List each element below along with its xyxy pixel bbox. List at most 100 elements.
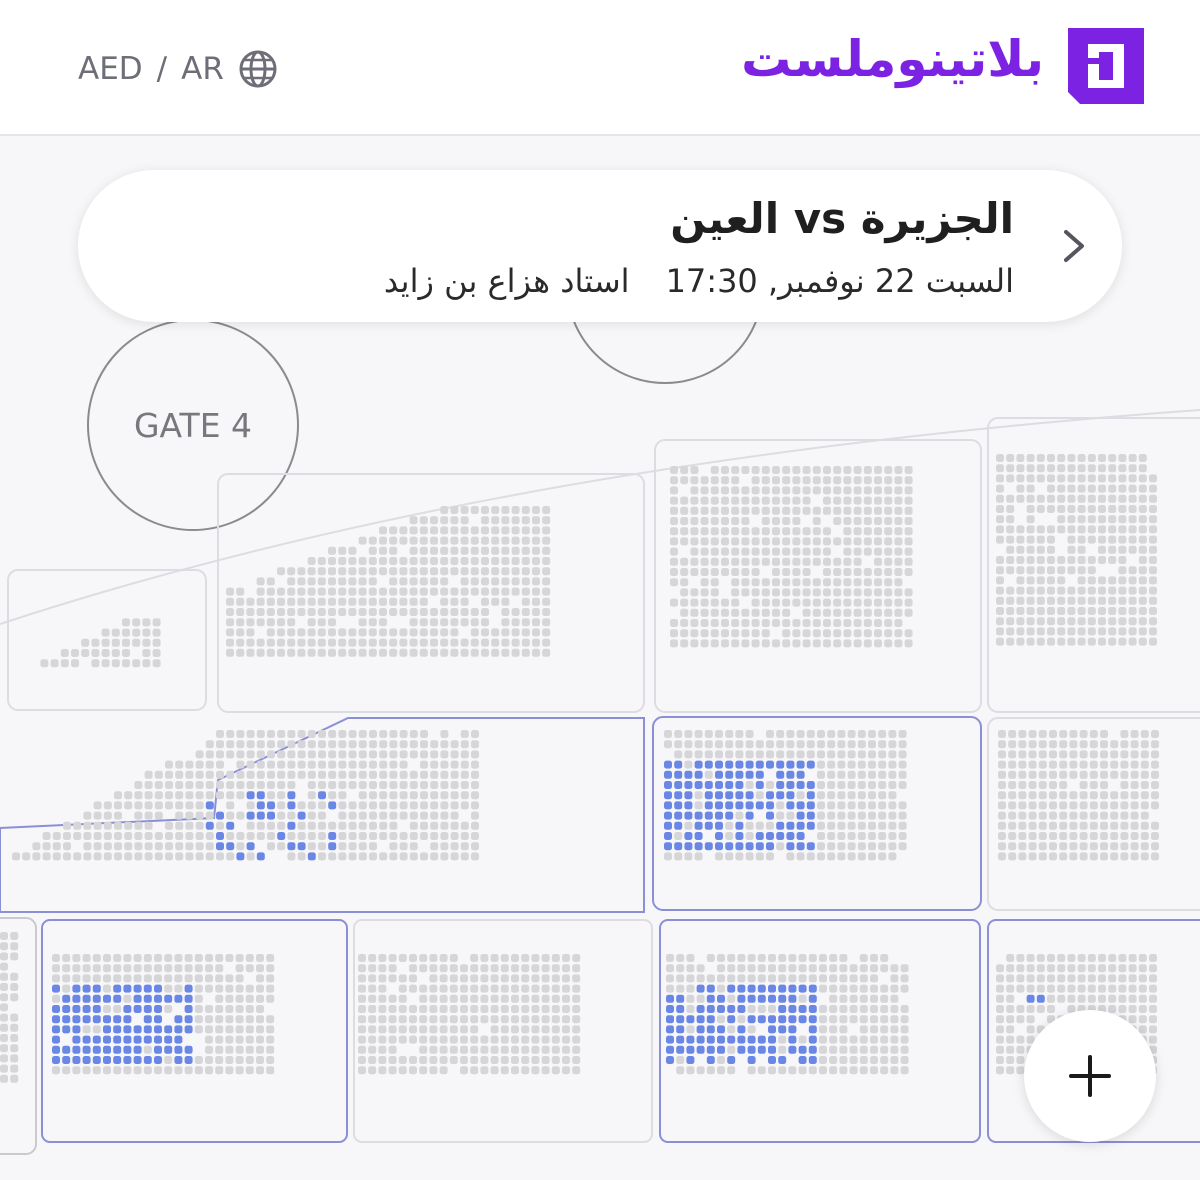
seat-available[interactable] [735, 791, 744, 800]
seat-available[interactable] [778, 1025, 787, 1034]
seat-available[interactable] [706, 1025, 715, 1034]
seat-available[interactable] [755, 832, 764, 840]
seat-available[interactable] [103, 1025, 111, 1034]
seat-available[interactable] [717, 1045, 725, 1054]
seat-available[interactable] [725, 811, 734, 820]
seat-available[interactable] [778, 984, 787, 993]
seat-available[interactable] [154, 1015, 162, 1024]
seat-available[interactable] [143, 1005, 152, 1013]
seat-available[interactable] [82, 994, 91, 1003]
seat-available[interactable] [674, 791, 683, 800]
section-top-2[interactable] [217, 473, 645, 713]
seat-available[interactable] [798, 1056, 807, 1064]
seat-available[interactable] [737, 984, 746, 993]
seat-available[interactable] [747, 994, 756, 1003]
seat-available[interactable] [727, 984, 736, 993]
seat-available[interactable] [62, 1045, 71, 1054]
seat-available[interactable] [684, 781, 693, 789]
seat-available[interactable] [806, 811, 815, 820]
seat-available[interactable] [174, 1045, 183, 1054]
seat-available[interactable] [256, 852, 265, 861]
seat-available[interactable] [62, 1005, 71, 1013]
seat-available[interactable] [113, 1035, 122, 1044]
seat-available[interactable] [143, 1025, 152, 1034]
seat-available[interactable] [686, 1035, 695, 1044]
seat-available[interactable] [82, 984, 91, 993]
seat-available[interactable] [717, 1025, 725, 1034]
seat-available[interactable] [806, 760, 815, 769]
seat-available[interactable] [725, 842, 734, 851]
seat-available[interactable] [788, 984, 797, 993]
seat-available[interactable] [676, 1005, 685, 1013]
seat-available[interactable] [737, 1005, 746, 1013]
seat-available[interactable] [806, 781, 815, 789]
seat-available[interactable] [745, 801, 754, 810]
seat-available[interactable] [143, 1056, 152, 1064]
seat-available[interactable] [664, 760, 672, 769]
seat-available[interactable] [82, 1056, 91, 1064]
seat-available[interactable] [798, 1045, 807, 1054]
section-middle-3[interactable] [987, 717, 1200, 911]
seat-available[interactable] [766, 791, 774, 800]
seat-available[interactable] [133, 1005, 142, 1013]
seat-available[interactable] [664, 770, 672, 779]
seat-available[interactable] [143, 994, 152, 1003]
seat-available[interactable] [737, 1035, 746, 1044]
seat-available[interactable] [52, 1025, 60, 1034]
seat-available[interactable] [808, 1025, 817, 1034]
seat-available[interactable] [103, 1035, 111, 1044]
seat-available[interactable] [757, 1035, 766, 1044]
seat-available[interactable] [664, 791, 672, 800]
seat-available[interactable] [717, 994, 725, 1003]
seat-available[interactable] [704, 801, 713, 810]
seat-available[interactable] [674, 842, 683, 851]
seat-available[interactable] [786, 791, 795, 800]
seat-available[interactable] [778, 994, 787, 1003]
seat-available[interactable] [143, 1035, 152, 1044]
seat-available[interactable] [92, 1015, 101, 1024]
seat-available[interactable] [788, 1045, 797, 1054]
seat-available[interactable] [72, 1035, 81, 1044]
section-bottom-2[interactable] [353, 919, 653, 1143]
seat-available[interactable] [164, 994, 173, 1003]
seat-available[interactable] [694, 811, 703, 820]
seat-available[interactable] [717, 1035, 725, 1044]
seat-available[interactable] [216, 842, 224, 851]
seat-available[interactable] [52, 1005, 60, 1013]
seat-available[interactable] [788, 1015, 797, 1024]
seat-available[interactable] [123, 1015, 132, 1024]
seat-available[interactable] [133, 1025, 142, 1034]
seat-available[interactable] [798, 984, 807, 993]
seat-available[interactable] [706, 1035, 715, 1044]
seat-available[interactable] [694, 781, 703, 789]
seat-available[interactable] [786, 801, 795, 810]
seat-available[interactable] [82, 1015, 91, 1024]
seat-available[interactable] [92, 1005, 101, 1013]
seat-available[interactable] [154, 1045, 162, 1054]
seat-available[interactable] [164, 1025, 173, 1034]
seat-available[interactable] [1026, 994, 1035, 1003]
event-summary-card[interactable]: العين vs الجزيرة السبت 22 نوفمبر, 17:30 … [78, 170, 1122, 322]
seat-available[interactable] [328, 832, 337, 840]
seat-available[interactable] [704, 760, 713, 769]
seat-available[interactable] [287, 821, 296, 830]
seat-available[interactable] [694, 842, 703, 851]
seat-available[interactable] [664, 811, 672, 820]
seat-available[interactable] [725, 760, 734, 769]
seat-available[interactable] [246, 791, 255, 800]
seat-available[interactable] [52, 1035, 60, 1044]
seat-available[interactable] [747, 1035, 756, 1044]
seat-available[interactable] [267, 801, 275, 810]
seat-available[interactable] [174, 1015, 183, 1024]
seat-available[interactable] [72, 1045, 81, 1054]
seat-available[interactable] [72, 1056, 81, 1064]
seat-available[interactable] [318, 791, 326, 800]
seat-available[interactable] [715, 781, 723, 789]
seat-available[interactable] [806, 791, 815, 800]
seat-available[interactable] [796, 770, 805, 779]
seat-available[interactable] [256, 811, 265, 820]
seat-available[interactable] [666, 1045, 674, 1054]
seat-available[interactable] [287, 791, 296, 800]
seat-available[interactable] [684, 770, 693, 779]
seat-available[interactable] [796, 760, 805, 769]
